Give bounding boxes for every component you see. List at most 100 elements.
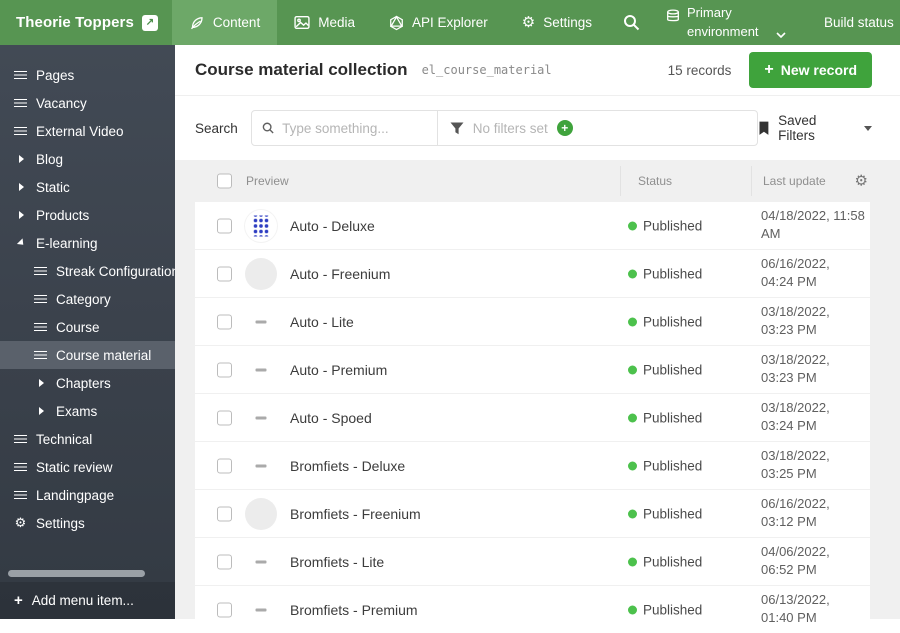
- topbar-right-group: Primary environment Build status G: [609, 0, 900, 45]
- row-checkbox[interactable]: [217, 554, 232, 569]
- sidebar-item-landingpage[interactable]: Landingpage: [0, 481, 175, 509]
- build-status-label: Build status: [824, 15, 894, 30]
- environment-selector[interactable]: Primary environment: [654, 4, 798, 42]
- sidebar-item-course-material[interactable]: Course material: [0, 341, 175, 369]
- plus-icon: +: [764, 61, 774, 78]
- list-icon: [14, 490, 27, 500]
- new-record-button[interactable]: + New record: [749, 52, 872, 88]
- build-status-menu[interactable]: Build status: [798, 15, 900, 30]
- table-row[interactable]: Auto - Lite Published 03/18/2022, 03:23 …: [195, 298, 870, 345]
- saved-filters-menu[interactable]: Saved Filters: [758, 113, 872, 143]
- tab-media-label: Media: [318, 15, 355, 30]
- record-last-update: 04/18/2022, 11:58 AM: [761, 207, 865, 242]
- record-preview-thumbnail: [245, 401, 277, 434]
- status-label: Published: [643, 314, 703, 329]
- table-row[interactable]: Bromfiets - Premium Published 06/13/2022…: [195, 586, 870, 633]
- column-divider: [751, 166, 752, 196]
- no-filters-label: No filters set: [472, 120, 548, 136]
- search-filter-box: No filters set +: [250, 110, 759, 146]
- table-row[interactable]: Bromfiets - Deluxe Published 03/18/2022,…: [195, 442, 870, 489]
- search-input[interactable]: [282, 120, 427, 136]
- row-checkbox[interactable]: [217, 602, 232, 617]
- table-row[interactable]: Auto - Spoed Published 03/18/2022, 03:24…: [195, 394, 870, 441]
- record-name: Bromfiets - Deluxe: [290, 457, 406, 474]
- row-checkbox[interactable]: [217, 218, 232, 233]
- table-row[interactable]: Auto - Freenium Published 06/16/2022, 04…: [195, 250, 870, 297]
- sidebar-item-settings[interactable]: ⚙ Settings: [0, 509, 175, 537]
- triangle-collapsed-icon: [39, 407, 44, 415]
- sidebar-horizontal-scrollbar[interactable]: [8, 570, 145, 577]
- record-preview-thumbnail: [245, 449, 277, 482]
- sidebar-item-static[interactable]: Static: [0, 173, 175, 201]
- row-checkbox[interactable]: [217, 506, 232, 521]
- new-record-label: New record: [780, 62, 857, 78]
- published-status-dot: [628, 461, 637, 470]
- triangle-collapsed-icon: [19, 183, 24, 191]
- column-header-preview: Preview: [246, 174, 289, 188]
- published-status-dot: [628, 269, 637, 278]
- sidebar-item-exams[interactable]: Exams: [0, 397, 175, 425]
- record-name: Bromfiets - Premium: [290, 601, 418, 618]
- global-search-button[interactable]: [609, 14, 654, 31]
- media-image-icon: [294, 15, 310, 30]
- sidebar-item-streak-configuration[interactable]: Streak Configuration: [0, 257, 175, 285]
- row-checkbox[interactable]: [217, 458, 232, 473]
- sidebar-item-vacancy[interactable]: Vacancy: [0, 89, 175, 117]
- tab-api-explorer[interactable]: API Explorer: [372, 0, 505, 45]
- row-checkbox[interactable]: [217, 362, 232, 377]
- sidebar-item-products[interactable]: Products: [0, 201, 175, 229]
- record-name: Auto - Premium: [290, 361, 388, 378]
- settings-gear-icon: ⚙: [521, 13, 536, 31]
- search-segment: [252, 111, 438, 145]
- chevron-down-icon: [864, 125, 872, 131]
- sidebar-item-blog[interactable]: Blog: [0, 145, 175, 173]
- status-label: Published: [643, 362, 703, 377]
- top-navigation-bar: Theorie Toppers ↗ Content Media API Expl…: [0, 0, 900, 45]
- tab-settings[interactable]: ⚙ Settings: [505, 0, 609, 45]
- record-status: Published: [628, 458, 702, 473]
- sidebar-item-category[interactable]: Category: [0, 285, 175, 313]
- search-icon: [262, 122, 274, 134]
- record-status: Published: [628, 506, 702, 521]
- model-api-id: el_course_material: [421, 63, 552, 77]
- table-settings-gear-icon[interactable]: ⚙: [855, 173, 868, 189]
- tab-media[interactable]: Media: [277, 0, 372, 45]
- list-icon: [14, 98, 27, 108]
- search-icon: [624, 15, 640, 31]
- column-header-status: Status: [638, 174, 673, 188]
- sidebar-item-static-review[interactable]: Static review: [0, 453, 175, 481]
- sidebar-item-external-video[interactable]: External Video: [0, 117, 175, 145]
- table-row[interactable]: Auto - Premium Published 03/18/2022, 03:…: [195, 346, 870, 393]
- table-row[interactable]: Bromfiets - Lite Published 04/06/2022, 0…: [195, 538, 870, 585]
- sidebar-item-e-learning[interactable]: E-learning: [0, 229, 175, 257]
- record-preview-thumbnail: [245, 545, 277, 578]
- record-status: Published: [628, 218, 702, 233]
- sidebar-item-pages[interactable]: Pages: [0, 61, 175, 89]
- published-status-dot: [628, 413, 637, 422]
- project-name: Theorie Toppers: [16, 14, 134, 31]
- table-row[interactable]: Bromfiets - Freenium Published 06/16/202…: [195, 490, 870, 537]
- list-icon: [34, 350, 47, 360]
- database-icon: [667, 9, 679, 21]
- records-count: 15 records: [667, 62, 732, 78]
- bookmark-icon: [759, 121, 769, 135]
- row-checkbox[interactable]: [217, 266, 232, 281]
- select-all-checkbox[interactable]: [217, 173, 232, 189]
- record-preview-thumbnail: [245, 353, 277, 386]
- tab-content-label: Content: [212, 15, 261, 30]
- sidebar-item-technical[interactable]: Technical: [0, 425, 175, 453]
- table-row[interactable]: Auto - Deluxe Published 04/18/2022, 11:5…: [195, 202, 870, 249]
- open-project-icon[interactable]: ↗: [141, 14, 158, 31]
- record-last-update: 03/18/2022, 03:25 PM: [761, 447, 830, 482]
- add-menu-item-button[interactable]: + Add menu item...: [0, 582, 175, 619]
- tab-content[interactable]: Content: [171, 0, 278, 45]
- row-checkbox[interactable]: [217, 410, 232, 425]
- sidebar-item-course[interactable]: Course: [0, 313, 175, 341]
- sidebar-item-chapters[interactable]: Chapters: [0, 369, 175, 397]
- filters-segment[interactable]: No filters set +: [438, 111, 757, 145]
- list-icon: [34, 294, 47, 304]
- record-name: Auto - Freenium: [290, 265, 391, 282]
- page-title: Course material collection: [195, 60, 408, 79]
- add-filter-button[interactable]: +: [556, 120, 573, 136]
- row-checkbox[interactable]: [217, 314, 232, 329]
